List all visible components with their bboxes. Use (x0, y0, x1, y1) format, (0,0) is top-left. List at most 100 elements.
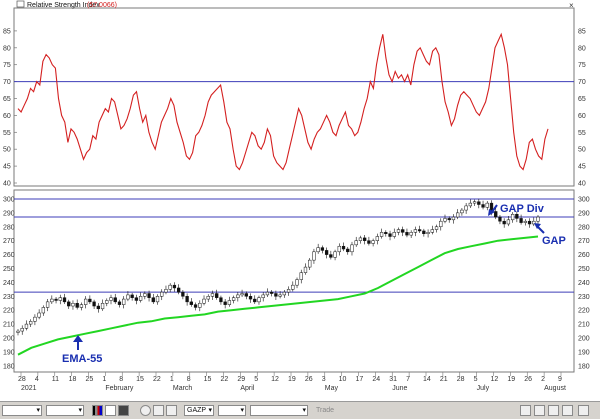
print-icon[interactable] (153, 405, 164, 416)
rsi-panel (13, 7, 575, 187)
candle-body (299, 272, 303, 280)
rsi-y-tick-left: 75 (3, 62, 11, 69)
candle-body (519, 218, 523, 223)
candle-body (350, 244, 354, 253)
candle-body (155, 296, 160, 303)
x-tick-label: 26 (524, 376, 532, 383)
x-tick-label: 25 (86, 376, 94, 383)
rsi-y-tick-right: 60 (578, 113, 586, 120)
candle-body (244, 293, 248, 297)
x-month-label: April (240, 385, 254, 392)
panel-close-icon[interactable]: × (569, 1, 574, 10)
candle-body (54, 298, 58, 301)
candle-body (67, 301, 71, 307)
candle-body (464, 205, 468, 211)
candle-body (312, 251, 316, 261)
rsi-y-tick-right: 80 (578, 45, 586, 52)
x-tick-label: 3 (322, 376, 326, 383)
color-dark-icon[interactable] (118, 405, 129, 416)
candle-body (375, 236, 379, 241)
candle-body (527, 220, 532, 225)
x-tick-label: 22 (221, 376, 229, 383)
trade-button[interactable]: Trade (316, 405, 334, 416)
price-y-tick-left: 210 (3, 322, 15, 329)
price-y-tick-left: 260 (3, 252, 15, 259)
price-y-tick-left: 230 (3, 294, 15, 301)
zoom-in-icon[interactable] (520, 405, 531, 416)
x-month-label: February (105, 385, 134, 392)
candle-body (485, 202, 489, 208)
x-tick-label: 15 (136, 376, 144, 383)
scroll-left-icon[interactable] (548, 405, 559, 416)
rsi-y-tick-right: 70 (578, 79, 586, 86)
price-y-tick-right: 180 (578, 363, 590, 370)
candle-body (113, 297, 117, 303)
rsi-y-tick-right: 75 (578, 62, 586, 69)
candle-body (303, 266, 308, 273)
candle-body (320, 247, 325, 251)
candle-body (96, 305, 100, 310)
candle-body (409, 232, 413, 236)
candle-body (168, 284, 172, 290)
rsi-y-tick-right: 40 (578, 181, 586, 188)
candle-body (92, 301, 96, 307)
rsi-y-tick-right: 50 (578, 147, 586, 154)
x-tick-label: 17 (356, 376, 364, 383)
symbol-select[interactable]: GAZP (184, 405, 214, 416)
candle-body (502, 220, 506, 225)
candle-body (20, 328, 24, 332)
candle-body (33, 316, 37, 322)
fit-icon[interactable] (578, 405, 589, 416)
x-tick-label: 28 (457, 376, 465, 383)
price-y-tick-right: 260 (578, 252, 590, 259)
candle-body (236, 294, 240, 298)
x-tick-label: 26 (305, 376, 313, 383)
rsi-y-tick-left: 65 (3, 96, 11, 103)
rsi-y-tick-left: 85 (3, 28, 11, 35)
candle-body (177, 287, 181, 293)
candle-body (439, 220, 443, 228)
x-tick-label: 7 (406, 376, 410, 383)
candle-body (510, 214, 515, 221)
candle-body (206, 296, 210, 300)
price-y-tick-left: 180 (3, 363, 15, 370)
candle-body (413, 229, 418, 233)
candle-body (253, 298, 257, 303)
gap-div-label: GAP Div (500, 203, 545, 215)
candle-body (227, 300, 232, 305)
price-y-tick-right: 200 (578, 336, 590, 343)
account-select[interactable] (250, 405, 308, 416)
candle-body (83, 298, 88, 305)
candle-body (100, 303, 105, 310)
interval-select[interactable] (218, 405, 246, 416)
price-y-tick-right: 190 (578, 349, 590, 356)
color-white-icon[interactable] (105, 405, 116, 416)
zoom-out-icon[interactable] (534, 405, 545, 416)
rsi-y-tick-right: 85 (578, 28, 586, 35)
x-tick-label: 8 (187, 376, 191, 383)
candle-body (477, 201, 481, 205)
candle-body (379, 232, 384, 237)
x-tick-label: 2 (541, 376, 545, 383)
settings-icon[interactable] (166, 405, 177, 416)
candle-body (41, 307, 46, 314)
x-tick-label: 1 (170, 376, 174, 383)
candle-body (126, 294, 130, 300)
line-style-select[interactable] (46, 405, 84, 416)
candle-body (498, 216, 502, 222)
candle-body (363, 237, 367, 241)
candle-body (354, 240, 358, 246)
chart-type-select[interactable] (2, 405, 42, 416)
candle-body (358, 237, 363, 241)
candle-body (396, 229, 401, 233)
refresh-icon[interactable] (140, 405, 151, 416)
rsi-y-tick-right: 55 (578, 130, 586, 137)
price-y-tick-left: 270 (3, 238, 15, 245)
candle-body (472, 201, 477, 204)
scroll-right-icon[interactable] (562, 405, 573, 416)
candle-body (282, 291, 286, 296)
candle-body (181, 291, 185, 297)
color-palette-icon[interactable] (92, 405, 103, 416)
candle-body (392, 232, 396, 237)
panel-collapse-icon[interactable] (16, 0, 25, 8)
